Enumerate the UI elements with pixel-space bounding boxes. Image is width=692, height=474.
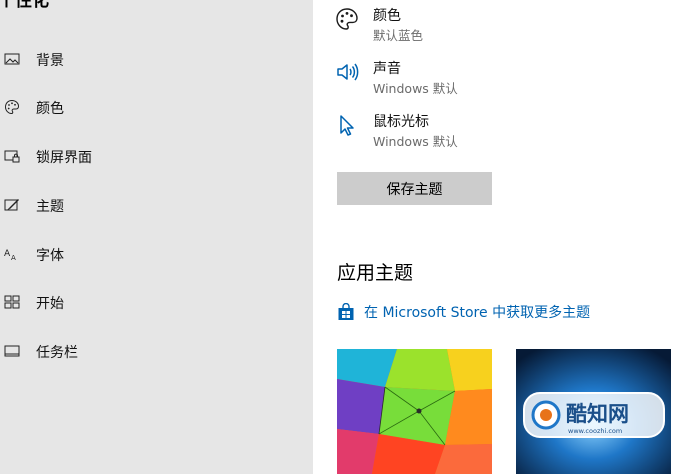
svg-text:A: A — [4, 249, 11, 259]
theme-thumbnail-umbrellas[interactable] — [337, 349, 492, 474]
setting-row-sound[interactable]: 声音 Windows 默认 — [335, 56, 635, 100]
sidebar-item-label: 背景 — [36, 53, 64, 69]
save-theme-button[interactable]: 保存主题 — [337, 172, 492, 205]
sidebar-item-colors[interactable]: 颜色 — [0, 89, 313, 125]
sidebar-item-label: 锁屏界面 — [36, 150, 92, 166]
theme-thumbnail-windows[interactable]: 酷知网 www.coozhi.com — [516, 349, 671, 474]
lock-screen-icon — [4, 150, 20, 163]
store-link[interactable]: 在 Microsoft Store 中获取更多主题 — [337, 301, 590, 323]
umbrellas-image — [337, 349, 492, 474]
setting-value: Windows 默认 — [373, 81, 458, 96]
sidebar-item-fonts[interactable]: A A 字体 — [0, 236, 313, 272]
setting-title: 鼠标光标 — [373, 114, 429, 130]
speaker-icon — [337, 63, 359, 81]
store-bag-icon — [338, 303, 354, 320]
sidebar-item-start[interactable]: 开始 — [0, 284, 313, 320]
store-link-text: 在 Microsoft Store 中获取更多主题 — [364, 305, 591, 321]
setting-row-cursor[interactable]: 鼠标光标 Windows 默认 — [335, 109, 635, 153]
sidebar-item-themes[interactable]: 主题 — [0, 187, 313, 223]
svg-text:A: A — [11, 254, 16, 262]
sidebar-item-label: 字体 — [36, 248, 64, 264]
windows-blue-image: 酷知网 www.coozhi.com — [516, 349, 671, 474]
setting-row-color[interactable]: 颜色 默认蓝色 — [335, 3, 635, 47]
setting-value: 默认蓝色 — [373, 28, 424, 43]
cursor-icon — [340, 115, 354, 136]
theme-brush-icon — [4, 199, 19, 211]
setting-title: 颜色 — [373, 8, 401, 24]
palette-icon — [336, 8, 358, 30]
taskbar-icon — [4, 345, 20, 357]
apply-theme-heading: 应用主题 — [337, 262, 414, 284]
watermark-url: www.coozhi.com — [568, 427, 622, 435]
sidebar-item-lock-screen[interactable]: 锁屏界面 — [0, 138, 313, 174]
sidebar-item-label: 主题 — [36, 199, 64, 215]
picture-icon — [4, 53, 20, 65]
setting-title: 声音 — [373, 61, 401, 77]
sidebar-item-taskbar[interactable]: 任务栏 — [0, 333, 313, 369]
start-tiles-icon — [4, 295, 20, 309]
sidebar: 个性化 背景 颜色 锁屏界面 主题 A A 字体 开始 任务栏 — [0, 0, 313, 474]
watermark-brand: 酷知网 — [566, 402, 629, 426]
main-content: 颜色 默认蓝色 声音 Windows 默认 鼠标光标 Windows 默认 保存… — [313, 0, 692, 474]
sidebar-item-background[interactable]: 背景 — [0, 41, 313, 77]
palette-icon — [4, 99, 20, 115]
setting-value: Windows 默认 — [373, 134, 458, 149]
font-icon: A A — [4, 249, 16, 262]
sidebar-item-label: 开始 — [36, 296, 64, 312]
sidebar-item-label: 颜色 — [36, 101, 64, 117]
sidebar-item-label: 任务栏 — [36, 345, 78, 361]
page-title: 个性化 — [0, 0, 49, 11]
